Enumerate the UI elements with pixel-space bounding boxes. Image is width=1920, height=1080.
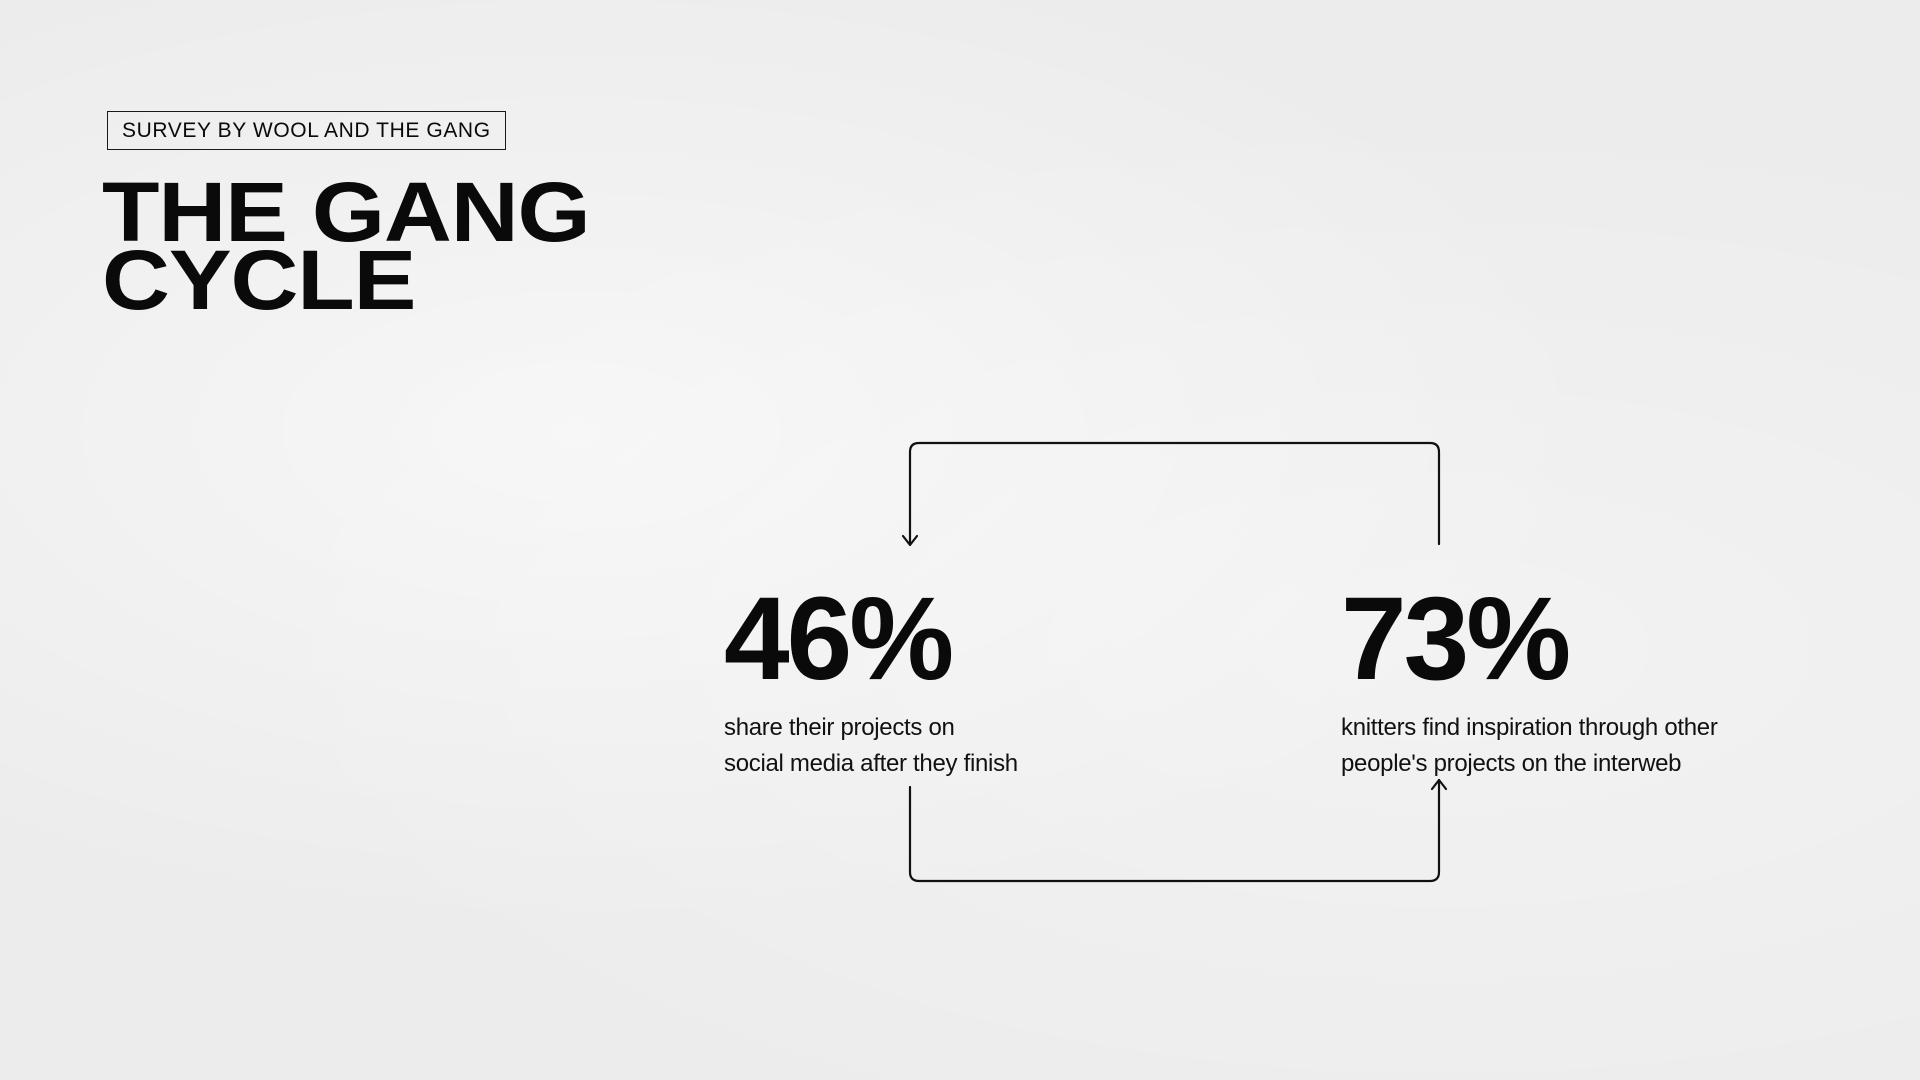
stat-value: 46% xyxy=(724,573,954,705)
stat-description: share their projects on social media aft… xyxy=(724,710,1018,782)
stat-description-line-2: social media after they finish xyxy=(724,750,1018,777)
stat-find-inspiration: 73% knitters find inspiration through ot… xyxy=(1341,580,1718,782)
stat-description-line-2: people's projects on the interweb xyxy=(1341,750,1682,777)
stat-description-line-1: knitters find inspiration through other xyxy=(1341,714,1718,741)
stat-value: 73% xyxy=(1341,573,1571,705)
top-loop-arrow xyxy=(908,441,1441,546)
bottom-loop-arrow xyxy=(908,778,1441,883)
stat-description-line-1: share their projects on xyxy=(724,714,955,741)
cycle-connector xyxy=(901,441,1448,883)
stat-description: knitters find inspiration through other … xyxy=(1341,710,1718,782)
stat-share-projects: 46% share their projects on social media… xyxy=(724,580,1018,782)
